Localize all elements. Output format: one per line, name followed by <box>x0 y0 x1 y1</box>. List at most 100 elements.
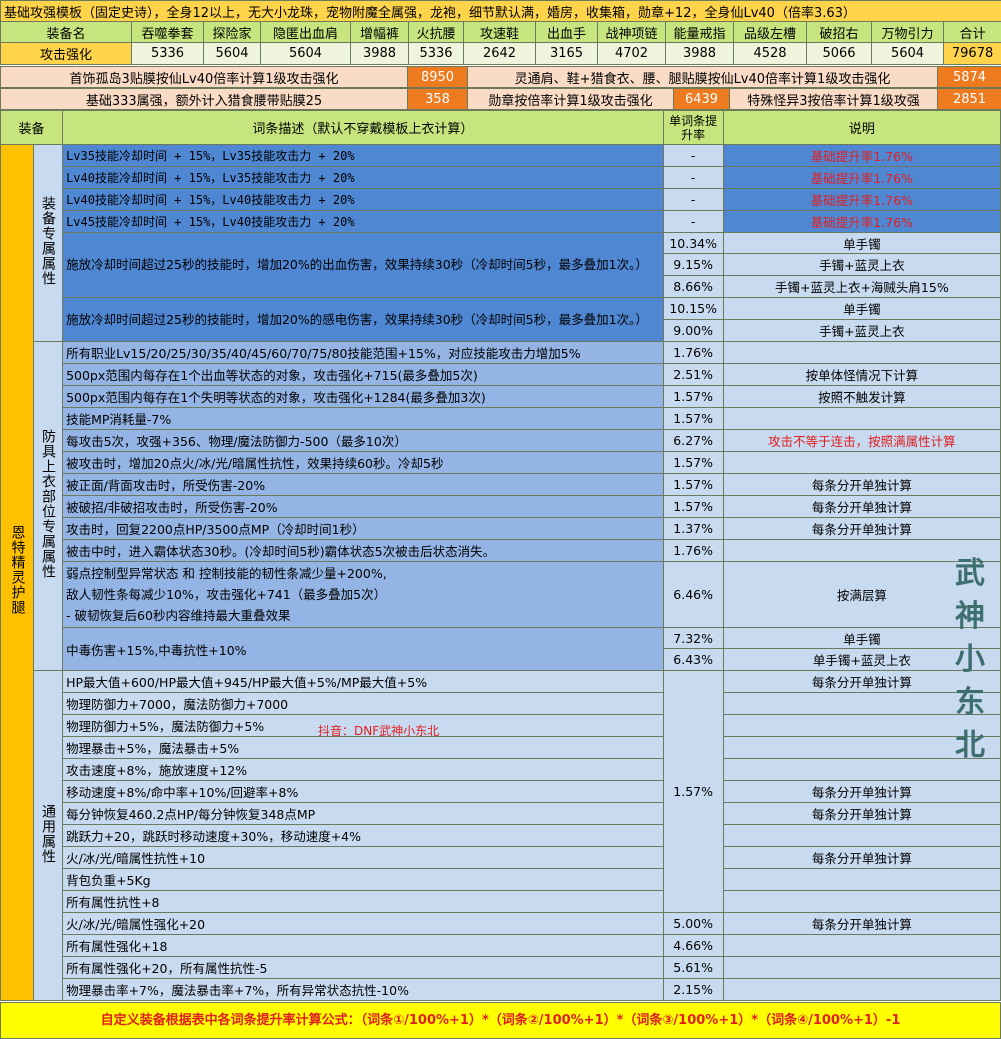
rate-cell: - <box>663 145 723 167</box>
table-row: 背包负重+5Kg <box>1 869 1001 891</box>
group-label-top: 防具上衣部位专属属性 <box>34 342 63 671</box>
desc-cell: 跳跃力+20，跳跃时移动速度+30%，移动速度+4% <box>63 825 664 847</box>
rate-cell: 4.66% <box>663 935 723 957</box>
equip-cell: 火抗腰 <box>409 22 464 43</box>
table-row: 每攻击5次，攻强+356、物理/魔法防御力-500（最多10次） 6.27% 攻… <box>1 430 1001 452</box>
table-row: 每分钟恢复460.2点HP/每分钟恢复348点MP 每条分开单独计算 <box>1 803 1001 825</box>
table-row: 攻击速度+8%，施放速度+12% <box>1 759 1001 781</box>
group-label-common: 通用属性 <box>34 671 63 1001</box>
value-cell: 5066 <box>807 43 872 65</box>
note-cell: 按照不触发计算 <box>723 386 1000 408</box>
desc-cell: 被攻击时，增加20点火/冰/光/暗属性抗性，效果持续60秒。冷却5秒 <box>63 452 664 474</box>
doujin-note: 抖音：DNF武神小东北 <box>318 722 439 739</box>
rate-cell: 1.37% <box>663 518 723 540</box>
rate-cell: 6.46% <box>663 562 723 628</box>
note-cell <box>723 891 1000 913</box>
table-row: 所有属性强化+20，所有属性抗性-5 5.61% <box>1 957 1001 979</box>
equip-cell: 战神项链 <box>598 22 666 43</box>
value-cell: 5604 <box>872 43 944 65</box>
rate-cell: - <box>663 189 723 211</box>
rate-cell: 1.57% <box>663 474 723 496</box>
note-cell <box>723 979 1000 1001</box>
rate-cell: 1.57% <box>663 386 723 408</box>
table-row: 物理防御力+5%，魔法防御力+5% <box>1 715 1001 737</box>
equip-cell: 吞噬拳套 <box>132 22 204 43</box>
desc-cell: 所有职业Lv15/20/25/30/35/40/45/60/70/75/80技能… <box>63 342 664 364</box>
attack-row: 攻击强化 5336 5604 5604 3988 5336 2642 3165 … <box>1 43 1001 65</box>
desc-cell: 物理防御力+7000，魔法防御力+7000 <box>63 693 664 715</box>
table-row: 技能MP消耗量-7% 1.57% <box>1 408 1001 430</box>
desc-cell: 所有属性强化+20，所有属性抗性-5 <box>63 957 664 979</box>
rate-cell: 1.57% <box>663 671 723 913</box>
note-cell: 手镯+蓝灵上衣 <box>723 254 1000 276</box>
table-row: 攻击时，回复2200点HP/3500点MP（冷却时间1秒） 1.37% 每条分开… <box>1 518 1001 540</box>
rate-cell: 1.76% <box>663 342 723 364</box>
desc-cell: 500px范围内每存在1个出血等状态的对象，攻击强化+715(最多叠加5次) <box>63 364 664 386</box>
note-cell <box>723 869 1000 891</box>
note-cell <box>723 408 1000 430</box>
col-header-note: 说明 <box>723 111 1000 145</box>
equip-cell: 隐匿出血肩 <box>261 22 351 43</box>
col-header-desc: 词条描述（默认不穿戴模板上衣计算） <box>63 111 664 145</box>
equip-cell: 探险家 <box>204 22 261 43</box>
rate-cell: 9.00% <box>663 320 723 342</box>
desc-cell: 火/冰/光/暗属性强化+20 <box>63 913 664 935</box>
rate-cell: 1.57% <box>663 452 723 474</box>
rate-cell: 8.66% <box>663 276 723 298</box>
watermark-text: 武神小东北 <box>952 552 988 767</box>
desc-cell: Lv45技能冷却时间 + 15%，Lv40技能攻击力 + 20% <box>63 211 664 233</box>
equip-cell: 出血手 <box>536 22 598 43</box>
desc-cell: HP最大值+600/HP最大值+945/HP最大值+5%/MP最大值+5% <box>63 671 664 693</box>
desc-cell: 物理暴击率+7%，魔法暴击率+7%，所有异常状态抗性-10% <box>63 979 664 1001</box>
desc-cell: 所有属性抗性+8 <box>63 891 664 913</box>
rate-cell: 2.15% <box>663 979 723 1001</box>
rate-cell: 1.57% <box>663 408 723 430</box>
table-row: 被击中时，进入霸体状态30秒。(冷却时间5秒)霸体状态5次被击后状态消失。 1.… <box>1 540 1001 562</box>
value-cell: 3165 <box>536 43 598 65</box>
table-row: 被破招/非破招攻击时，所受伤害-20% 1.57% 每条分开单独计算 <box>1 496 1001 518</box>
value-cell: 5336 <box>132 43 204 65</box>
table-row: 防具上衣部位专属属性 所有职业Lv15/20/25/30/35/40/45/60… <box>1 342 1001 364</box>
desc-cell: 施放冷却时间超过25秒的技能时，增加20%的出血伤害，效果持续30秒（冷却时间5… <box>63 233 664 298</box>
table-row: Lv40技能冷却时间 + 15%，Lv35技能攻击力 + 20% - 基础提升率… <box>1 167 1001 189</box>
note-cell: 手镯+蓝灵上衣 <box>723 320 1000 342</box>
attribute-table: 装备 词条描述（默认不穿戴模板上衣计算） 单词条提升率 说明 恩特精灵护腿 装备… <box>0 110 1001 1001</box>
rate-cell: 9.15% <box>663 254 723 276</box>
desc-cell: 被破招/非破招攻击时，所受伤害-20% <box>63 496 664 518</box>
table-row: 移动速度+8%/命中率+10%/回避率+8% 每条分开单独计算 <box>1 781 1001 803</box>
col-header-equip: 装备 <box>1 111 63 145</box>
row-label: 攻击强化 <box>1 43 132 65</box>
note-cell: 基础提升率1.76% <box>723 167 1000 189</box>
rate-cell: - <box>663 167 723 189</box>
desc-cell: 技能MP消耗量-7% <box>63 408 664 430</box>
extra-label: 基础333属强，额外计入猎食腰带贴膜25 <box>1 89 408 110</box>
table-row: 所有属性强化+18 4.66% <box>1 935 1001 957</box>
extra-label: 灵通肩、鞋+猎食衣、腰、腿贴膜按仙Lv40倍率计算1级攻击强化 <box>468 67 938 88</box>
rate-cell: 7.32% <box>663 628 723 649</box>
table-row: 施放冷却时间超过25秒的技能时，增加20%的出血伤害，效果持续30秒（冷却时间5… <box>1 233 1001 254</box>
table-row: 中毒伤害+15%,中毒抗性+10% 7.32% 单手镯 <box>1 628 1001 649</box>
note-cell: 单手镯 <box>723 298 1000 320</box>
desc-cell: 施放冷却时间超过25秒的技能时，增加20%的感电伤害，效果持续30秒（冷却时间5… <box>63 298 664 342</box>
table-row: Lv45技能冷却时间 + 15%，Lv40技能攻击力 + 20% - 基础提升率… <box>1 211 1001 233</box>
note-cell <box>723 342 1000 364</box>
value-cell: 5604 <box>261 43 351 65</box>
extra-label: 勋章按倍率计算1级攻击强化 <box>468 89 674 110</box>
equipment-name: 恩特精灵护腿 <box>1 145 34 1001</box>
desc-cell: 500px范围内每存在1个失明等状态的对象，攻击强化+1284(最多叠加3次) <box>63 386 664 408</box>
value-cell: 4528 <box>734 43 807 65</box>
table-row: 施放冷却时间超过25秒的技能时，增加20%的感电伤害，效果持续30秒（冷却时间5… <box>1 298 1001 320</box>
note-cell: 每条分开单独计算 <box>723 847 1000 869</box>
equip-cell: 增幅裤 <box>351 22 409 43</box>
rate-cell: - <box>663 211 723 233</box>
desc-line: - 破韧恢复后60秒内容维持最大重叠效果 <box>66 605 663 626</box>
table-row: 火/冰/光/暗属性抗性+10 每条分开单独计算 <box>1 847 1001 869</box>
note-cell: 攻击不等于连击，按照满属性计算 <box>723 430 1000 452</box>
desc-cell: 中毒伤害+15%,中毒抗性+10% <box>63 628 664 671</box>
table-header-row: 装备 词条描述（默认不穿戴模板上衣计算） 单词条提升率 说明 <box>1 111 1001 145</box>
equip-cell: 万物引力 <box>872 22 944 43</box>
desc-cell: 弱点控制型异常状态 和 控制技能的韧性条减少量+200%, 敌人韧性条每减少10… <box>63 562 664 628</box>
rate-cell: 6.27% <box>663 430 723 452</box>
note-cell: 每条分开单独计算 <box>723 496 1000 518</box>
equipment-header-row: 装备名 吞噬拳套 探险家 隐匿出血肩 增幅裤 火抗腰 攻速鞋 出血手 战神项链 … <box>1 22 1001 43</box>
